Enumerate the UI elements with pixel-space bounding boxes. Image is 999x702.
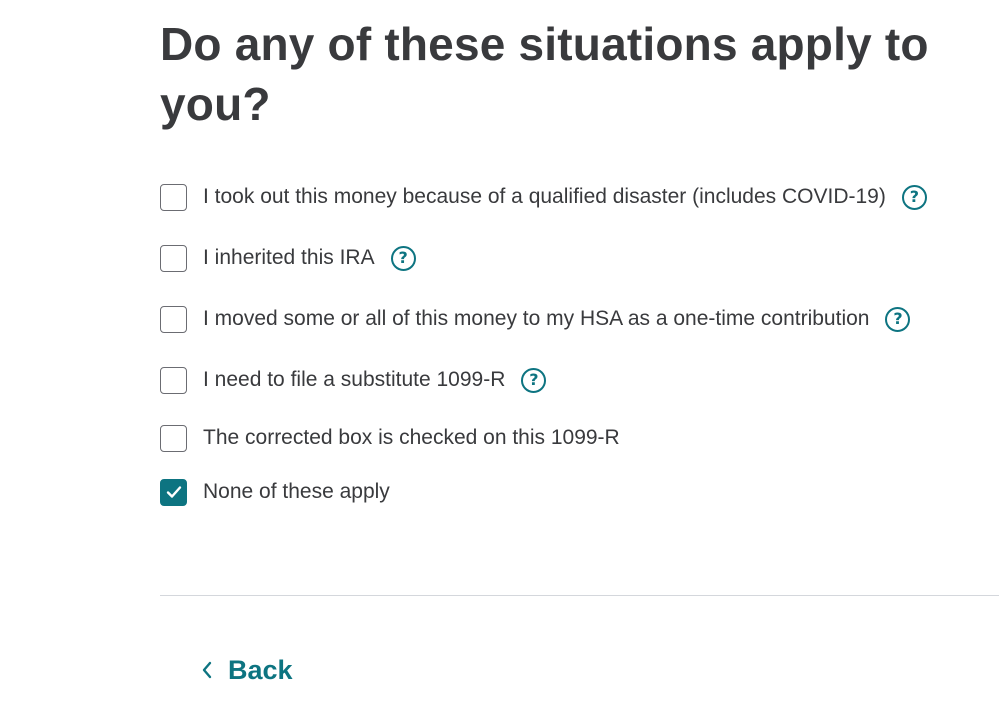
page: Do any of these situations apply to you?… [0,0,999,702]
checkbox[interactable] [160,183,187,211]
checkbox[interactable] [160,424,187,452]
option-none-apply[interactable]: None of these apply [160,477,390,507]
checkbox[interactable] [160,478,187,506]
chevron-left-icon [202,661,212,679]
option-label: I took out this money because of a quali… [203,185,886,208]
help-icon[interactable]: ? [390,245,416,271]
divider [160,595,999,596]
option-label: None of these apply [203,480,390,503]
option-corrected-box[interactable]: The corrected box is checked on this 109… [160,423,620,453]
option-inherited-ira[interactable]: I inherited this IRA ? [160,243,416,273]
option-qualified-disaster[interactable]: I took out this money because of a quali… [160,182,927,212]
option-label: I moved some or all of this money to my … [203,307,870,330]
option-label: I need to file a substitute 1099-R [203,368,506,391]
option-label: I inherited this IRA [203,246,375,269]
checkbox[interactable] [160,305,187,333]
back-button[interactable]: Back [200,652,293,688]
help-icon[interactable]: ? [885,306,911,332]
option-moved-to-hsa[interactable]: I moved some or all of this money to my … [160,304,911,334]
help-icon[interactable]: ? [521,367,547,393]
options-list: I took out this money because of a quali… [160,0,999,520]
option-label: The corrected box is checked on this 109… [203,426,620,449]
help-icon[interactable]: ? [901,184,927,210]
option-substitute-1099r[interactable]: I need to file a substitute 1099-R ? [160,365,547,395]
back-label: Back [228,654,293,685]
checkbox[interactable] [160,244,187,272]
checkbox[interactable] [160,366,187,394]
